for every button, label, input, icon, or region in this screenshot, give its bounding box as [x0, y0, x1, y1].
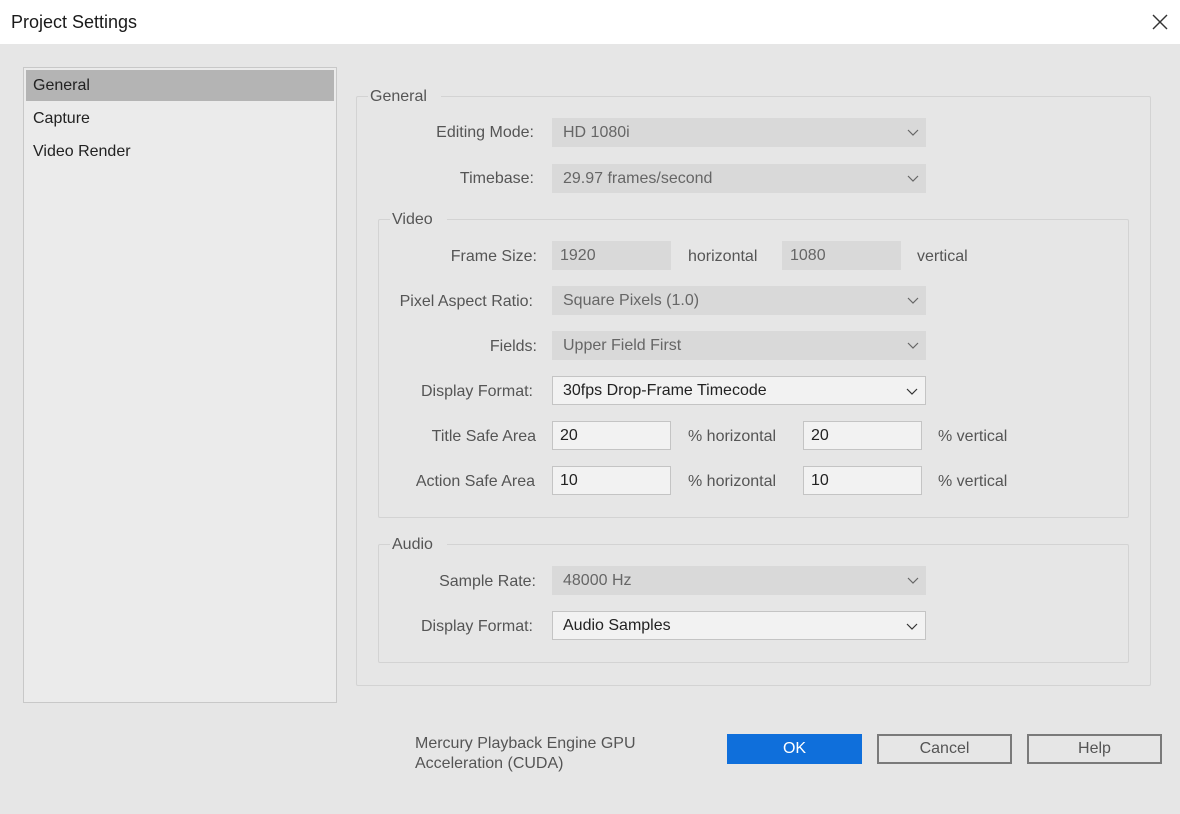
chevron-down-icon — [906, 388, 918, 395]
action-safe-horizontal-input[interactable]: 10 — [552, 466, 671, 495]
chevron-down-icon — [907, 577, 919, 584]
video-display-format-select[interactable]: 30fps Drop-Frame Timecode — [552, 376, 926, 405]
editing-mode-label: Editing Mode: — [436, 124, 534, 141]
pixel-aspect-ratio-select[interactable]: Square Pixels (1.0) — [552, 286, 926, 315]
title-safe-area-label: Title Safe Area — [431, 428, 536, 445]
title-safe-horizontal-unit: % horizontal — [688, 428, 777, 445]
sample-rate-select[interactable]: 48000 Hz — [552, 566, 926, 595]
sample-rate-label: Sample Rate: — [439, 573, 536, 590]
ok-button[interactable]: OK — [727, 734, 862, 764]
frame-width-field: 1920 — [552, 241, 671, 270]
chevron-down-icon — [907, 175, 919, 182]
action-safe-vertical-input[interactable]: 10 — [803, 466, 922, 495]
close-icon — [1152, 14, 1168, 30]
settings-sidebar: General Capture Video Render — [23, 67, 337, 703]
close-button[interactable] — [1146, 8, 1174, 36]
frame-height-field: 1080 — [782, 241, 901, 270]
sample-rate-value: 48000 Hz — [563, 572, 632, 589]
editing-mode-value: HD 1080i — [563, 124, 630, 141]
cancel-button[interactable]: Cancel — [877, 734, 1012, 764]
help-button[interactable]: Help — [1027, 734, 1162, 764]
title-bar: Project Settings — [0, 0, 1180, 44]
chevron-down-icon — [907, 297, 919, 304]
gpu-acceleration-note: Mercury Playback Engine GPU Acceleration… — [415, 734, 695, 774]
gpu-note-line-1: Mercury Playback Engine GPU — [415, 735, 636, 752]
frame-width-unit: horizontal — [688, 248, 758, 265]
audio-display-format-value: Audio Samples — [563, 617, 671, 634]
pixel-aspect-ratio-value: Square Pixels (1.0) — [563, 292, 700, 309]
chevron-down-icon — [906, 623, 918, 630]
frame-size-label: Frame Size: — [450, 248, 537, 265]
sidebar-item-general[interactable]: General — [26, 70, 334, 101]
title-safe-vertical-unit: % vertical — [938, 428, 1008, 445]
sidebar-item-capture[interactable]: Capture — [26, 103, 334, 134]
action-safe-area-label: Action Safe Area — [415, 473, 535, 490]
video-group-title: Video — [390, 211, 447, 229]
gpu-note-line-2: Acceleration (CUDA) — [415, 755, 564, 772]
video-display-format-value: 30fps Drop-Frame Timecode — [563, 382, 767, 399]
audio-group — [378, 544, 1129, 663]
title-safe-horizontal-input[interactable]: 20 — [552, 421, 671, 450]
timebase-select[interactable]: 29.97 frames/second — [552, 164, 926, 193]
audio-group-title: Audio — [390, 536, 447, 554]
fields-label: Fields: — [489, 338, 537, 355]
frame-height-unit: vertical — [917, 248, 968, 265]
video-display-format-label: Display Format: — [420, 383, 533, 400]
fields-select[interactable]: Upper Field First — [552, 331, 926, 360]
window-title: Project Settings — [11, 12, 138, 32]
general-group-title: General — [368, 88, 441, 106]
chevron-down-icon — [907, 129, 919, 136]
title-safe-vertical-input[interactable]: 20 — [803, 421, 922, 450]
timebase-label: Timebase: — [459, 170, 534, 187]
editing-mode-select[interactable]: HD 1080i — [552, 118, 926, 147]
action-safe-vertical-unit: % vertical — [938, 473, 1008, 490]
sidebar-item-video-render[interactable]: Video Render — [26, 136, 334, 167]
chevron-down-icon — [907, 342, 919, 349]
timebase-value: 29.97 frames/second — [563, 170, 713, 187]
fields-value: Upper Field First — [563, 337, 682, 354]
pixel-aspect-ratio-label: Pixel Aspect Ratio: — [399, 293, 533, 310]
action-safe-horizontal-unit: % horizontal — [688, 473, 777, 490]
audio-display-format-select[interactable]: Audio Samples — [552, 611, 926, 640]
audio-display-format-label: Display Format: — [420, 618, 533, 635]
